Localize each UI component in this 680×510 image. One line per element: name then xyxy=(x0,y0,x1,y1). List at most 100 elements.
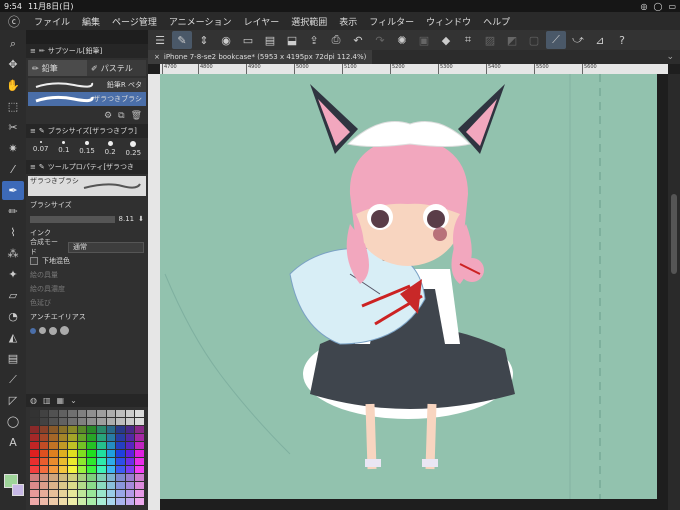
trash-icon[interactable]: 🗑 xyxy=(131,111,142,121)
underlay-checkbox[interactable] xyxy=(30,257,38,265)
color-swatch-cell[interactable] xyxy=(49,450,58,457)
color-swatch-cell[interactable] xyxy=(87,426,97,433)
color-swatch-cell[interactable] xyxy=(49,474,58,481)
menu-edit[interactable]: 編集 xyxy=(76,15,106,28)
color-swatch-cell[interactable] xyxy=(135,442,144,449)
color-swatch-cell[interactable] xyxy=(87,498,97,505)
color-swatch-cell[interactable] xyxy=(97,490,106,497)
antialias-weak[interactable] xyxy=(39,327,46,334)
color-swatch-cell[interactable] xyxy=(39,426,49,433)
scroll-thumb[interactable] xyxy=(671,194,677,274)
stabilize-icon[interactable]: ⟋ xyxy=(546,31,566,49)
deselect-icon[interactable]: ▨ xyxy=(480,31,500,49)
color-swatch-cell[interactable] xyxy=(135,490,144,497)
color-swatch-cell[interactable] xyxy=(39,458,49,465)
color-swatch-cell[interactable] xyxy=(39,434,49,441)
color-swatch-cell[interactable] xyxy=(49,466,58,473)
color-swatch-cell[interactable] xyxy=(49,498,58,505)
color-swatch-cell[interactable] xyxy=(135,474,144,481)
color-swatch-cell[interactable] xyxy=(87,442,97,449)
color-swatch-cell[interactable] xyxy=(58,426,68,433)
color-swatch-cell[interactable] xyxy=(125,490,135,497)
color-swatch-cell[interactable] xyxy=(77,426,87,433)
brush-icon[interactable]: ⌇ xyxy=(2,223,24,242)
color-swatch-cell[interactable] xyxy=(116,434,125,441)
color-swatch-cell[interactable] xyxy=(68,442,77,449)
color-swatch-cell[interactable] xyxy=(106,498,116,505)
chevron-down-icon[interactable]: ⌄ xyxy=(666,52,680,62)
color-swatch-cell[interactable] xyxy=(58,474,68,481)
color-swatch-cell[interactable] xyxy=(135,434,144,441)
hamburger-menu-icon[interactable]: ☰ xyxy=(150,31,170,49)
color-swatch-cell[interactable] xyxy=(116,450,125,457)
antialias-none[interactable] xyxy=(30,327,36,334)
size-preset[interactable]: 0.2 xyxy=(105,141,116,157)
edit-mode-icon[interactable]: ✎ xyxy=(172,31,192,49)
color-swatch-cell[interactable] xyxy=(125,458,135,465)
menu-icon[interactable]: ≡ xyxy=(30,47,36,55)
color-swatch-cell[interactable] xyxy=(125,450,135,457)
color-swatch-cell[interactable] xyxy=(135,410,144,417)
color-swatch-cell[interactable] xyxy=(68,426,77,433)
color-swatch-cell[interactable] xyxy=(58,498,68,505)
color-swatch-cell[interactable] xyxy=(77,458,87,465)
hand-icon[interactable]: ✋ xyxy=(2,76,24,95)
menu-window[interactable]: ウィンドウ xyxy=(420,15,477,28)
color-swatch-cell[interactable] xyxy=(97,410,106,417)
brush-item[interactable]: 鉛筆R ペタ xyxy=(28,78,146,92)
color-swatch-cell[interactable] xyxy=(87,410,97,417)
color-swatch-cell[interactable] xyxy=(87,458,97,465)
text-icon[interactable]: A xyxy=(2,433,24,452)
color-swatch-cell[interactable] xyxy=(135,450,144,457)
eye-icon[interactable]: ◉ xyxy=(216,31,236,49)
color-swatch-cell[interactable] xyxy=(58,410,68,417)
vertical-scrollbar[interactable] xyxy=(668,74,680,510)
decoration-icon[interactable]: ✦ xyxy=(2,265,24,284)
color-swatch-cell[interactable] xyxy=(87,474,97,481)
fill-bucket-icon[interactable]: ◭ xyxy=(2,328,24,347)
color-swatch-cell[interactable] xyxy=(58,418,68,425)
color-swatch-cell[interactable] xyxy=(58,434,68,441)
color-swatch-cell[interactable] xyxy=(106,482,116,489)
color-swatch-cell[interactable] xyxy=(30,426,39,433)
document-tab[interactable]: × iPhone 7-8-se2 bookcase* (5953 x 4195p… xyxy=(148,50,373,64)
color-swatch-cell[interactable] xyxy=(87,490,97,497)
tool-property-header[interactable]: ≡ ✎ ツールプロパティ[ザラつき xyxy=(26,160,148,174)
color-swatch-cell[interactable] xyxy=(135,482,144,489)
eraser-icon[interactable]: ▱ xyxy=(2,286,24,305)
color-swatch-cell[interactable] xyxy=(106,450,116,457)
color-swatch-cell[interactable] xyxy=(97,426,106,433)
pencil-icon[interactable]: ✏ xyxy=(2,202,24,221)
antialias-strong[interactable] xyxy=(60,326,69,335)
color-swatch-cell[interactable] xyxy=(87,466,97,473)
color-swatch-cell[interactable] xyxy=(68,410,77,417)
color-swatch-cell[interactable] xyxy=(39,474,49,481)
color-swatch-cell[interactable] xyxy=(58,458,68,465)
color-swatch-cell[interactable] xyxy=(77,474,87,481)
redo-icon[interactable]: ↷ xyxy=(370,31,390,49)
size-preset[interactable]: 0.25 xyxy=(125,141,141,157)
color-swatch-cell[interactable] xyxy=(116,466,125,473)
color-swatch-cell[interactable] xyxy=(125,426,135,433)
color-swatch-cell[interactable] xyxy=(68,418,77,425)
brush-item-selected[interactable]: ザラつきブラシ xyxy=(28,92,146,106)
color-swatch-cell[interactable] xyxy=(97,498,106,505)
transform-icon[interactable]: ▣ xyxy=(414,31,434,49)
crop-icon[interactable]: ⌗ xyxy=(458,31,478,49)
color-swatch-cell[interactable] xyxy=(30,434,39,441)
color-swatch-cell[interactable] xyxy=(106,418,116,425)
color-swatch-cell[interactable] xyxy=(97,458,106,465)
color-swatch-cell[interactable] xyxy=(97,474,106,481)
size-preset[interactable]: 0.15 xyxy=(79,141,95,157)
airbrush-icon[interactable]: ⁂ xyxy=(2,244,24,263)
color-swatch-cell[interactable] xyxy=(116,498,125,505)
color-swatch-cell[interactable] xyxy=(39,482,49,489)
menu-view[interactable]: 表示 xyxy=(333,15,363,28)
color-swatch-cell[interactable] xyxy=(77,442,87,449)
color-swatch-cell[interactable] xyxy=(135,418,144,425)
color-swatch-cell[interactable] xyxy=(68,490,77,497)
color-slider-icon[interactable]: ▥ xyxy=(43,396,51,405)
color-swatch-cell[interactable] xyxy=(49,418,58,425)
magic-wand-icon[interactable]: ✷ xyxy=(2,139,24,158)
blend-icon[interactable]: ◔ xyxy=(2,307,24,326)
